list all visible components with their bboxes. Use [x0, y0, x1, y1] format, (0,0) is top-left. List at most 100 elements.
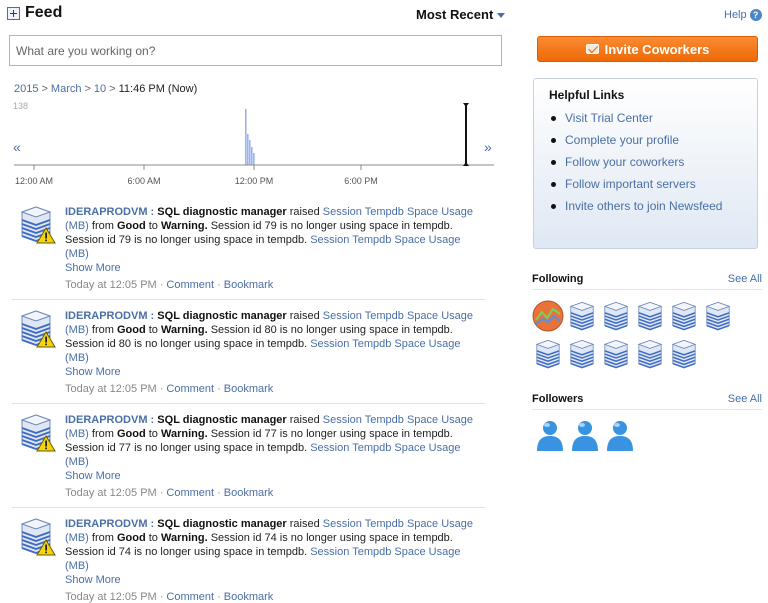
breadcrumb-separator: > — [84, 83, 91, 95]
feed-item-text: IDERAPRODVM : SQL diagnostic manager rai… — [65, 517, 486, 587]
server-link[interactable]: IDERAPRODVM : — [65, 206, 154, 218]
server-link[interactable]: IDERAPRODVM : — [65, 414, 154, 426]
from-word: from — [91, 532, 114, 544]
comment-link[interactable]: Comment — [166, 591, 214, 603]
helpful-link-item: Visit Trial Center — [549, 111, 742, 133]
followers-header: Followers See All — [532, 393, 762, 410]
server-warning-icon[interactable] — [16, 204, 56, 244]
status-input[interactable] — [9, 35, 502, 66]
helpful-links-list: Visit Trial Center Complete your profile F… — [549, 111, 742, 221]
activity-timeline[interactable]: 138 « » 12:00 AM 6:00 AM 12:00 PM 6:00 PM — [0, 95, 510, 195]
from-word: from — [91, 324, 114, 336]
timeline-max-label: 138 — [13, 101, 28, 111]
from-word: from — [91, 428, 114, 440]
breadcrumb-month[interactable]: March — [51, 83, 82, 95]
timeline-activity-bar — [251, 147, 253, 165]
app-name: SQL diagnostic manager — [157, 414, 287, 426]
server-warning-icon[interactable] — [16, 308, 56, 348]
raised-word: raised — [289, 518, 320, 530]
feed-header: Feed — [7, 4, 62, 22]
meta-separator: · — [217, 383, 221, 395]
bookmark-link[interactable]: Bookmark — [224, 383, 274, 395]
invite-coworkers-label: Invite Coworkers — [604, 41, 710, 57]
app-name: SQL diagnostic manager — [157, 310, 287, 322]
envelope-icon — [585, 44, 599, 54]
now-marker-top-icon — [463, 103, 469, 107]
breadcrumb-separator: > — [41, 83, 48, 95]
following-see-all-link[interactable]: See All — [728, 273, 762, 285]
following-server-icon[interactable] — [702, 300, 734, 332]
app-name: SQL diagnostic manager — [157, 206, 287, 218]
helpful-link[interactable]: Invite others to join Newsfeed — [565, 199, 722, 213]
timeline-tick-label: 12:00 AM — [15, 176, 53, 186]
server-link[interactable]: IDERAPRODVM : — [65, 310, 154, 322]
following-chart-icon[interactable] — [532, 300, 564, 332]
helpful-link[interactable]: Follow important servers — [565, 177, 696, 191]
following-server-icon[interactable] — [600, 300, 632, 332]
show-more-link[interactable]: Show More — [65, 574, 121, 586]
helpful-link[interactable]: Complete your profile — [565, 133, 679, 147]
show-more-link[interactable]: Show More — [65, 262, 121, 274]
feed-list: IDERAPRODVM : SQL diagnostic manager rai… — [12, 199, 486, 603]
to-word: to — [148, 220, 158, 232]
from-state: Good — [116, 428, 146, 440]
feed-item-meta: Today at 12:05 PM · Comment · Bookmark — [65, 591, 486, 603]
timeline-tick-label: 6:00 AM — [127, 176, 160, 186]
feed-item: IDERAPRODVM : SQL diagnostic manager rai… — [12, 303, 486, 404]
helpful-link[interactable]: Visit Trial Center — [565, 111, 653, 125]
bookmark-link[interactable]: Bookmark — [224, 487, 274, 499]
helpful-links-title: Helpful Links — [549, 88, 625, 102]
comment-link[interactable]: Comment — [166, 279, 214, 291]
helpful-link[interactable]: Follow your coworkers — [565, 155, 684, 169]
meta-separator: · — [159, 591, 164, 603]
sort-dropdown[interactable]: Most Recent — [416, 7, 506, 22]
invite-coworkers-button[interactable]: Invite Coworkers — [537, 36, 758, 62]
helpful-link-item: Follow your coworkers — [549, 155, 742, 177]
to-state: Warning. — [160, 324, 208, 336]
server-warning-icon[interactable] — [16, 516, 56, 556]
follower-user-icon[interactable] — [605, 419, 635, 453]
add-feed-icon[interactable] — [7, 6, 20, 20]
chevron-down-icon — [497, 13, 506, 18]
followers-see-all-link[interactable]: See All — [728, 393, 762, 405]
following-server-icon[interactable] — [668, 300, 700, 332]
follower-user-icon[interactable] — [535, 419, 565, 453]
follower-user-icon[interactable] — [570, 419, 600, 453]
server-link[interactable]: IDERAPRODVM : — [65, 518, 154, 530]
feed-item: IDERAPRODVM : SQL diagnostic manager rai… — [12, 199, 486, 300]
following-server-icon[interactable] — [566, 338, 598, 370]
to-state: Warning. — [160, 220, 208, 232]
feed-item-meta: Today at 12:05 PM · Comment · Bookmark — [65, 487, 486, 499]
comment-link[interactable]: Comment — [166, 383, 214, 395]
breadcrumb-separator: > — [109, 83, 116, 95]
following-server-icon[interactable] — [566, 300, 598, 332]
breadcrumb-day[interactable]: 10 — [94, 83, 106, 95]
breadcrumb-year[interactable]: 2015 — [14, 83, 38, 95]
to-state: Warning. — [160, 428, 208, 440]
timeline-next-button[interactable]: » — [484, 139, 492, 155]
bookmark-link[interactable]: Bookmark — [224, 591, 274, 603]
bookmark-link[interactable]: Bookmark — [224, 279, 274, 291]
show-more-link[interactable]: Show More — [65, 366, 121, 378]
server-warning-icon[interactable] — [16, 412, 56, 452]
to-state: Warning. — [160, 532, 208, 544]
following-server-icon[interactable] — [668, 338, 700, 370]
timeline-prev-button[interactable]: « — [13, 139, 21, 155]
show-more-link[interactable]: Show More — [65, 470, 121, 482]
following-server-icon[interactable] — [600, 338, 632, 370]
from-word: from — [91, 220, 114, 232]
help-link[interactable]: Help ? — [724, 9, 762, 21]
help-icon: ? — [749, 9, 762, 21]
raised-word: raised — [289, 206, 320, 218]
feed-item-text: IDERAPRODVM : SQL diagnostic manager rai… — [65, 413, 486, 483]
following-server-icon[interactable] — [634, 300, 666, 332]
timeline-tick-label: 12:00 PM — [235, 176, 274, 186]
timeline-activity-bar — [247, 134, 249, 165]
from-state: Good — [116, 532, 146, 544]
meta-separator: · — [159, 487, 164, 499]
meta-separator: · — [217, 591, 221, 603]
following-server-icon[interactable] — [634, 338, 666, 370]
following-server-icon[interactable] — [532, 338, 564, 370]
timestamp: Today at 12:05 PM — [65, 279, 157, 291]
comment-link[interactable]: Comment — [166, 487, 214, 499]
